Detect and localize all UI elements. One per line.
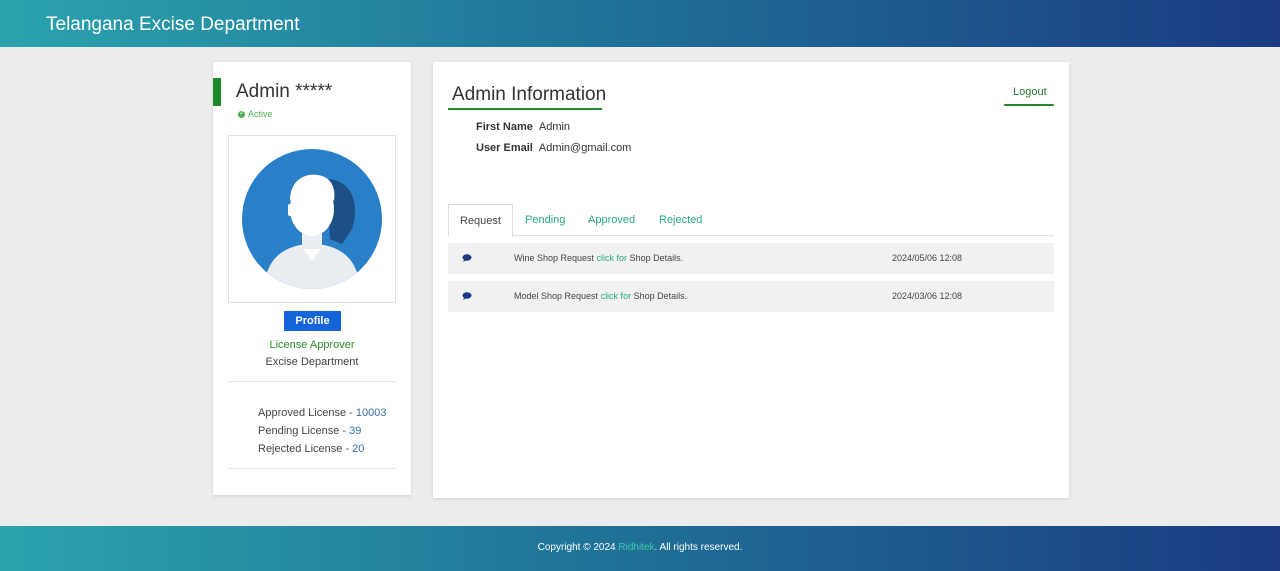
footer: Copyright © 2024 Ridhitek. All rights re…: [0, 526, 1280, 571]
request-text: Model Shop Request click for Shop Detail…: [514, 291, 688, 301]
request-tabs: Request Pending Approved Rejected: [448, 204, 1054, 237]
avatar: [228, 135, 396, 303]
tab-pending[interactable]: Pending: [525, 204, 565, 236]
profile-button[interactable]: Profile: [284, 311, 341, 331]
divider: [228, 381, 396, 382]
first-name-value: Admin: [538, 121, 571, 133]
request-details-link[interactable]: click for: [601, 291, 632, 301]
status-label: Active: [248, 109, 273, 119]
divider: [228, 468, 396, 469]
request-text: Wine Shop Request click for Shop Details…: [514, 253, 684, 263]
request-details-link[interactable]: click for: [597, 253, 628, 263]
brand-title[interactable]: Telangana Excise Department: [46, 14, 299, 36]
profile-card: Admin ***** ✓ Active Profile License App…: [213, 62, 411, 495]
stat-pending: Pending License - 39: [258, 425, 362, 437]
request-date: 2024/05/06 12:08: [892, 253, 963, 263]
department-label: Excise Department: [265, 356, 359, 368]
user-avatar-icon: [242, 149, 382, 289]
title-underline: [448, 108, 602, 110]
check-circle-icon: ✓: [238, 110, 245, 118]
footer-brand-link[interactable]: Ridhitek: [618, 542, 654, 553]
role-label: License Approver: [269, 339, 355, 351]
request-row: Model Shop Request click for Shop Detail…: [448, 281, 1054, 312]
first-name-label: First Name: [476, 121, 533, 133]
accent-bar: [213, 78, 221, 106]
request-date: 2024/03/06 12:08: [892, 291, 963, 301]
comment-icon: [462, 254, 472, 262]
logout-underline: [1004, 104, 1054, 106]
comment-icon: [462, 292, 472, 300]
license-stats: Approved License - 10003 Pending License…: [258, 404, 386, 458]
admin-name: Admin *****: [236, 81, 333, 102]
email-label: User Email: [476, 142, 533, 154]
page-title: Admin Information: [452, 84, 607, 105]
stat-rejected: Rejected License - 20: [258, 443, 365, 455]
request-row: Wine Shop Request click for Shop Details…: [448, 243, 1054, 274]
stat-approved: Approved License - 10003: [258, 407, 387, 419]
top-navbar: Telangana Excise Department: [0, 0, 1280, 47]
tab-approved[interactable]: Approved: [588, 204, 635, 236]
email-row: User Email Admin@gmail.com: [476, 142, 631, 154]
tab-rejected[interactable]: Rejected: [659, 204, 702, 236]
admin-info-card: Admin Information Logout First Name Admin…: [433, 62, 1069, 498]
first-name-row: First Name Admin: [476, 121, 570, 133]
email-value: Admin@gmail.com: [538, 142, 632, 154]
tab-request[interactable]: Request: [448, 204, 513, 237]
status-badge: ✓ Active: [238, 109, 273, 119]
logout-button[interactable]: Logout: [1013, 86, 1047, 98]
